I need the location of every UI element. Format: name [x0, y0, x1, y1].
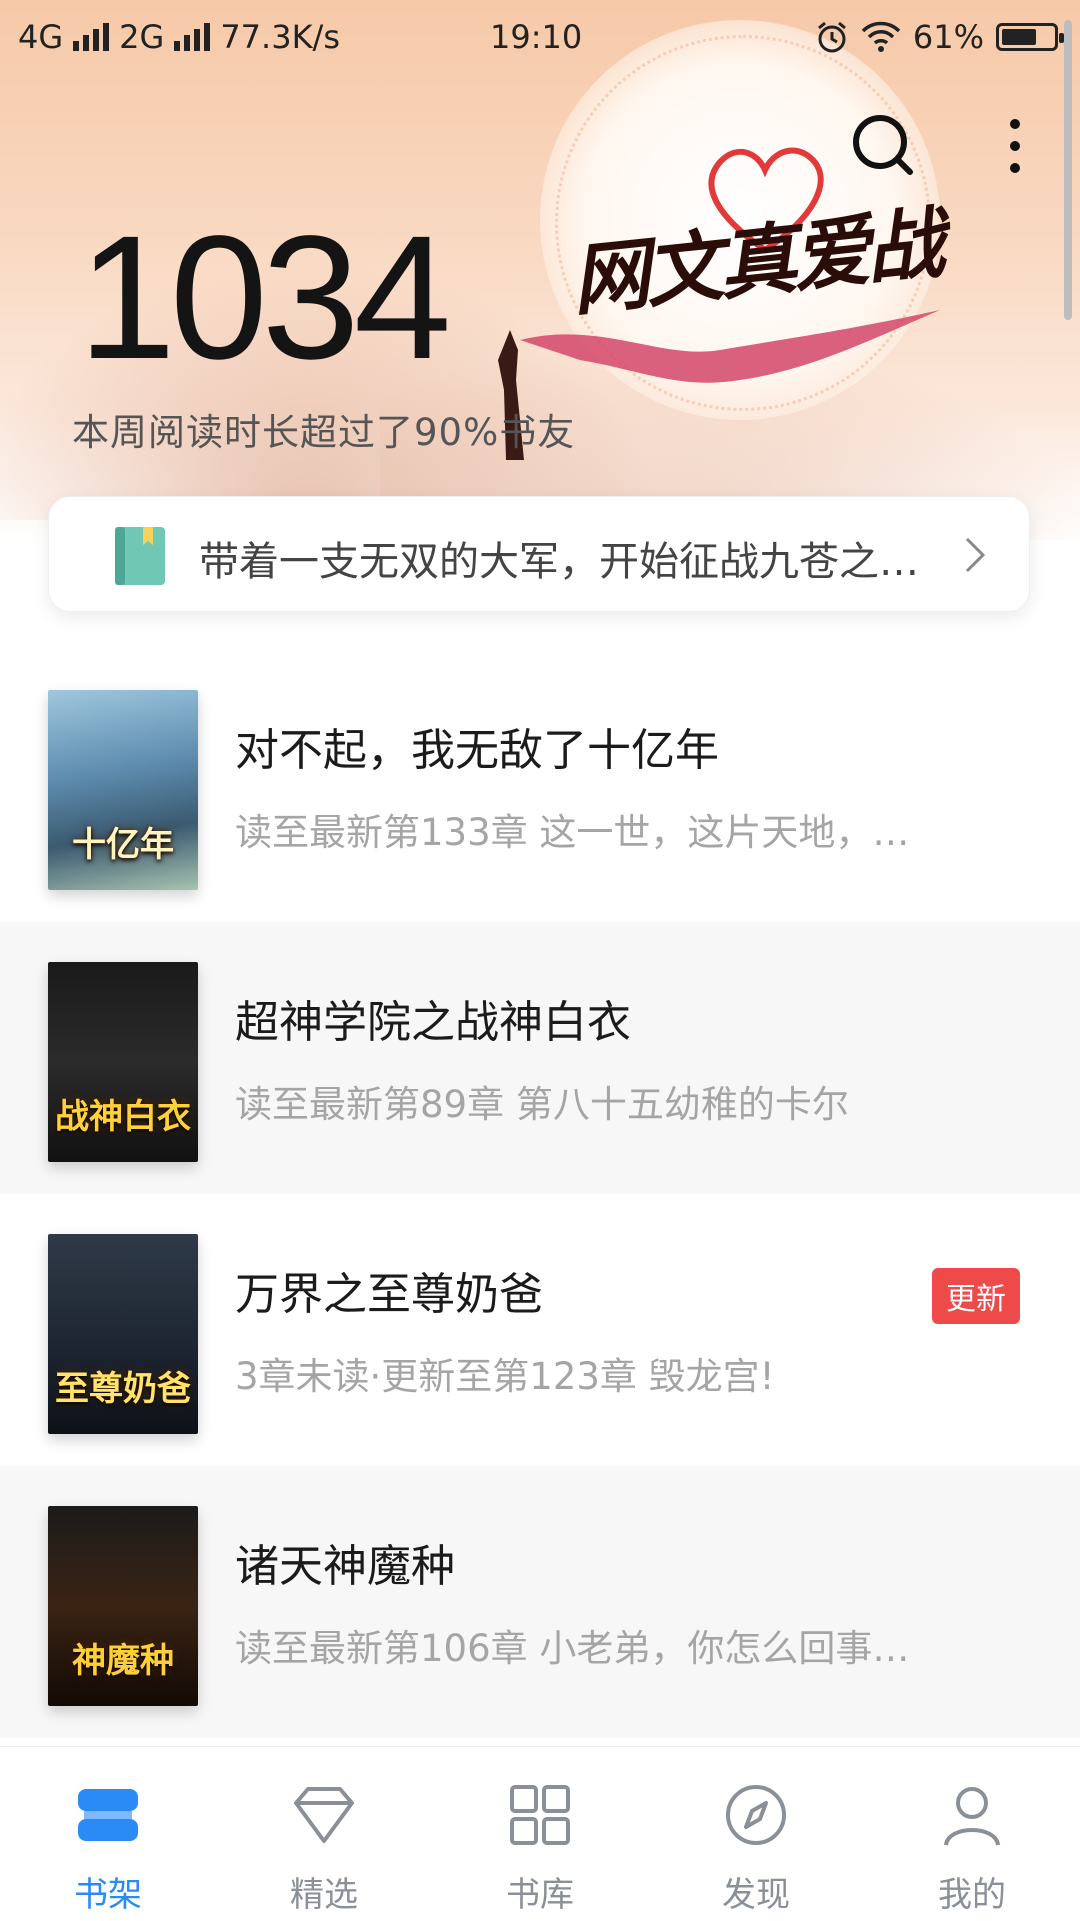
book-progress: 读至最新第133章 这一世，这片天地，…	[235, 811, 910, 854]
book-row[interactable]: 十亿年 对不起，我无敌了十亿年 读至最新第133章 这一世，这片天地，…	[0, 650, 1080, 922]
book-cover[interactable]: 至尊奶爸	[48, 1234, 198, 1434]
hero-banner[interactable]: 网文真爱战 1034 本周阅读时长超过了90%书友	[0, 0, 1080, 540]
signal-icon	[73, 23, 110, 51]
more-options-icon[interactable]	[995, 112, 1035, 182]
reading-time-number: 1034	[78, 200, 452, 396]
battery-icon	[996, 23, 1064, 51]
nav-featured[interactable]: 精选	[216, 1747, 432, 1921]
book-title: 诸天神魔种	[235, 1541, 455, 1592]
update-badge: 更新	[932, 1268, 1020, 1324]
nav-library[interactable]: 书库	[432, 1747, 648, 1921]
nav-label: 发现	[722, 1875, 790, 1915]
reading-time-summary: 本周阅读时长超过了90%书友	[72, 411, 576, 454]
nav-label: 我的	[938, 1875, 1006, 1915]
book-progress: 读至最新第106章 小老弟，你怎么回事…	[235, 1627, 910, 1670]
network-label: 4G	[18, 18, 64, 56]
ribbon-decoration	[520, 310, 940, 383]
user-icon	[944, 1787, 1000, 1846]
book-icon	[115, 527, 165, 585]
alarm-icon	[817, 21, 846, 53]
clock: 19:10	[490, 18, 583, 56]
nav-label: 精选	[290, 1875, 358, 1915]
network-speed: 77.3K/s	[220, 18, 340, 56]
book-row[interactable]: 神魔种 诸天神魔种 读至最新第106章 小老弟，你怎么回事…	[0, 1466, 1080, 1738]
signal-icon	[174, 23, 211, 51]
book-title: 对不起，我无敌了十亿年	[235, 725, 719, 776]
diamond-icon	[294, 1787, 354, 1843]
continue-reading-text: 带着一支无双的大军，开始征战九苍之…	[199, 539, 919, 585]
network-label: 2G	[119, 18, 165, 56]
nav-label: 书架	[74, 1875, 142, 1915]
book-cover[interactable]: 战神白衣	[48, 962, 198, 1162]
status-bar: 4G 2G 77.3K/s 19:10 61%	[0, 0, 1080, 76]
grid-icon	[510, 1785, 570, 1845]
book-cover-title: 战神白衣	[55, 1097, 191, 1137]
book-progress: 3章未读·更新至第123章 毁龙宫!	[235, 1355, 775, 1398]
book-cover[interactable]: 十亿年	[48, 690, 198, 890]
continue-reading-card[interactable]: 带着一支无双的大军，开始征战九苍之…	[48, 496, 1030, 612]
nav-discover[interactable]: 发现	[648, 1747, 864, 1921]
wifi-icon	[861, 21, 901, 52]
chevron-right-icon	[965, 537, 986, 573]
bottom-navigation: 书架 精选 书库 发现 我的	[0, 1746, 1080, 1921]
nav-label: 书库	[506, 1875, 574, 1915]
book-row[interactable]: 战神白衣 超神学院之战神白衣 读至最新第89章 第八十五幼稚的卡尔	[0, 922, 1080, 1194]
book-cover[interactable]: 神魔种	[48, 1506, 198, 1706]
book-cover-title: 神魔种	[72, 1641, 174, 1681]
bookshelf-icon	[78, 1789, 138, 1841]
book-cover-title: 至尊奶爸	[55, 1369, 191, 1409]
book-progress: 读至最新第89章 第八十五幼稚的卡尔	[235, 1083, 849, 1126]
book-cover-title: 十亿年	[72, 825, 174, 865]
compass-icon	[726, 1785, 786, 1845]
scrollbar[interactable]	[1064, 20, 1072, 320]
book-row[interactable]: 至尊奶爸 万界之至尊奶爸 更新 3章未读·更新至第123章 毁龙宫!	[0, 1194, 1080, 1466]
book-title: 超神学院之战神白衣	[235, 997, 631, 1048]
battery-percent: 61%	[912, 18, 984, 56]
nav-profile[interactable]: 我的	[864, 1747, 1080, 1921]
nav-bookshelf[interactable]: 书架	[0, 1747, 216, 1921]
book-title: 万界之至尊奶爸	[235, 1269, 543, 1320]
search-icon[interactable]	[848, 110, 918, 180]
